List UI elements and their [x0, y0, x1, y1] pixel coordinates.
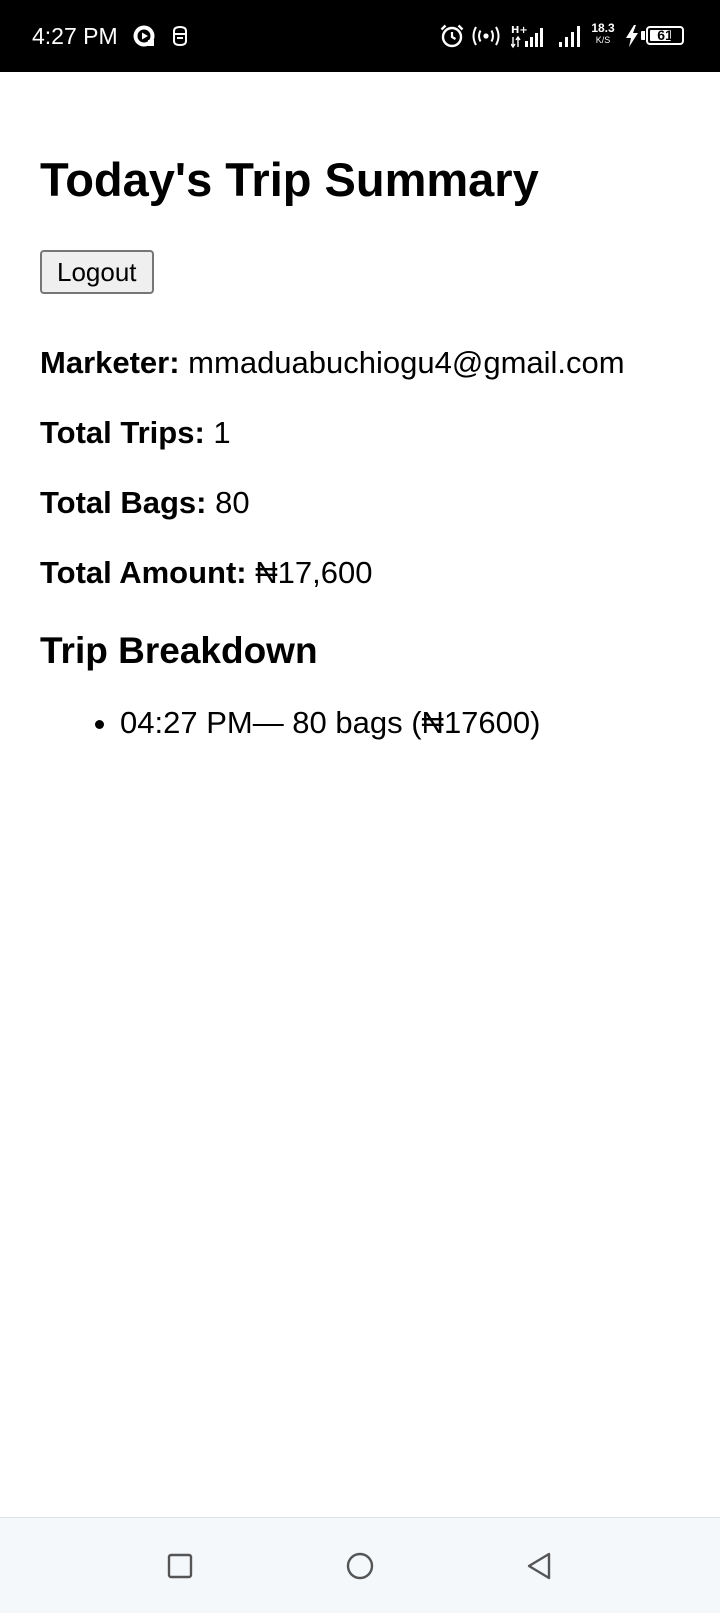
trip-breakdown-title: Trip Breakdown	[40, 630, 318, 671]
total-trips-label: Total Trips:	[40, 415, 205, 450]
marketer-label: Marketer:	[40, 345, 180, 380]
alarm-icon	[438, 21, 466, 51]
hplus-signal-icon: H+	[511, 21, 549, 51]
marketer-value: mmaduabuchiogu4@gmail.com	[179, 345, 625, 380]
logout-button[interactable]: Logout	[40, 250, 154, 294]
total-bags-label: Total Bags:	[40, 485, 207, 520]
navigation-bar	[0, 1517, 720, 1613]
svg-text:H+: H+	[511, 25, 528, 36]
status-bar: 4:27 PM H+ 18.3 K/S 61	[0, 0, 720, 72]
page-title: Today's Trip Summary	[40, 153, 539, 206]
network-speed-unit: K/S	[595, 35, 611, 45]
screen-record-icon	[131, 21, 157, 51]
battery-level: 61	[657, 27, 673, 43]
marketer-stat: Marketer: mmaduabuchiogu4@gmail.com	[40, 345, 700, 381]
total-bags-value: 80	[206, 485, 250, 520]
back-triangle-icon[interactable]	[516, 1542, 564, 1590]
network-speed: 18.3 K/S	[588, 21, 618, 46]
battery-icon: 61	[646, 26, 684, 45]
signal-icon	[556, 21, 582, 51]
total-trips-stat: Total Trips: 1	[40, 415, 700, 451]
list-item: 04:27 PM— 80 bags (₦17600)	[120, 705, 700, 741]
total-trips-value: 1	[204, 415, 231, 450]
trip-breakdown-list: 04:27 PM— 80 bags (₦17600)	[40, 705, 700, 741]
main-content: Today's Trip Summary Logout Marketer: mm…	[40, 72, 700, 741]
total-amount-value: ₦17,600	[246, 555, 373, 590]
home-circle-icon[interactable]	[336, 1542, 384, 1590]
total-amount-stat: Total Amount: ₦17,600	[40, 555, 700, 591]
network-speed-value: 18.3	[591, 21, 615, 35]
recents-square-icon[interactable]	[156, 1542, 204, 1590]
notification-icon	[168, 21, 192, 51]
hotspot-icon	[470, 21, 502, 51]
battery-nub	[641, 31, 645, 40]
charging-icon	[624, 21, 640, 51]
total-bags-stat: Total Bags: 80	[40, 485, 700, 521]
status-time: 4:27 PM	[32, 23, 118, 49]
total-amount-label: Total Amount:	[40, 555, 247, 590]
